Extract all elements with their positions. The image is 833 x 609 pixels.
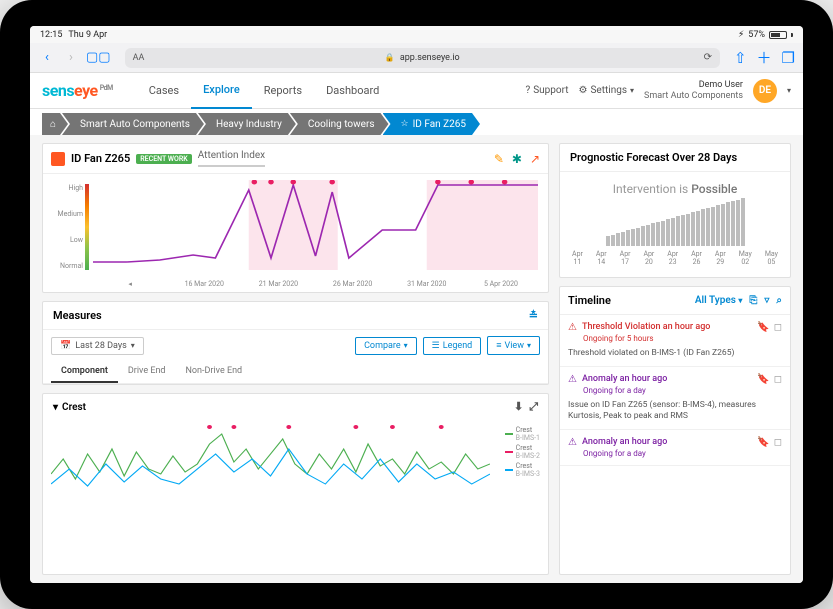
breadcrumb: ⌂ Smart Auto Components Heavy Industry C… [30,109,803,135]
timeline-item[interactable]: ⚠Anomaly an hour ago🔖◻Ongoing for a dayI… [560,367,790,430]
star-icon: ☆ [401,119,409,129]
attention-tab[interactable]: Attention Index [198,150,265,167]
asset-icon [51,152,65,166]
status-date: Thu 9 Apr [68,30,107,40]
help-icon: ? [525,85,530,96]
timeline-funnel-icon[interactable]: ▿ [764,295,769,306]
status-time: 12:15 [40,30,62,40]
crest-legend: CrestB-IMS-1 CrestB-IMS-2 CrestB-IMS-3 [505,426,540,480]
timeline-item[interactable]: ⚠Anomaly an hour ago🔖◻Ongoing for a day [560,430,790,466]
bookmark-outline-icon[interactable]: ◻ [774,374,782,385]
tab-cases[interactable]: Cases [137,73,191,109]
recent-work-badge: RECENT WORK [136,154,192,164]
bookmark-outline-icon[interactable]: ◻ [774,437,782,448]
edit-icon[interactable]: ✎ [494,152,504,166]
url-bar[interactable]: AA 🔒 app.senseye.io ⟳ [125,48,720,68]
timeline-copy-icon[interactable]: ⎘ [749,295,757,306]
charge-icon: ⚡︎ [738,30,744,40]
status-bar: 12:15 Thu 9 Apr ⚡︎ 57% [30,26,803,43]
prognostic-bars [568,206,782,246]
gear-icon: ⚙ [579,85,588,96]
view-button[interactable]: ≡ View ▾ [487,336,540,355]
timeline-filter-type[interactable]: All Types ▾ [695,295,743,306]
measures-title: Measures [53,309,102,322]
new-tab-icon[interactable]: ＋ [757,47,772,68]
timeline-item[interactable]: ⚠Threshold Violation an hour ago🔖◻Ongoin… [560,315,790,367]
bookmark-icon[interactable]: 🔖 [757,437,769,448]
attention-chart[interactable]: High Medium Low Normal ◂ 16 Mar 2020 21 … [43,174,548,292]
avatar[interactable]: DE [753,79,777,103]
battery-icon [769,31,787,39]
expand-icon[interactable]: ⤢ [529,400,538,414]
crumb-1[interactable]: Smart Auto Components [62,113,204,135]
alert-icon: ⚠ [568,437,577,448]
attention-card: ID Fan Z265 RECENT WORK Attention Index … [42,143,549,293]
export-icon[interactable]: ⬇ [514,400,523,414]
crest-card: ▾ Crest ⬇ ⤢ CrestB-IMS-1 CrestB-IMS-2 Cr… [42,393,549,575]
tabs-icon[interactable]: ❐ [782,47,795,68]
user-menu-caret[interactable]: ▾ [787,86,791,95]
alert-icon: ⚠ [568,374,577,385]
asset-name: ID Fan Z265 [71,152,130,165]
wrench-icon[interactable]: ✱ [512,152,522,166]
text-size-button[interactable]: AA [133,53,145,63]
lock-icon: 🔒 [385,53,395,62]
crest-chart[interactable]: CrestB-IMS-1 CrestB-IMS-2 CrestB-IMS-3 [43,420,548,498]
compare-button[interactable]: Compare ▾ [355,337,417,355]
bookmark-icon[interactable]: 🔖 [757,374,769,385]
logo[interactable]: senseyePdM [42,81,113,100]
mtab-component[interactable]: Component [51,361,118,383]
nav-tabs: Cases Explore Reports Dashboard [137,73,392,109]
browser-toolbar: ‹ › ▢▢ AA 🔒 app.senseye.io ⟳ ⇧ ＋ ❐ [30,43,803,73]
mtab-nondrive[interactable]: Non-Drive End [176,361,253,383]
url-text: app.senseye.io [400,53,460,63]
bookmark-icon[interactable]: 🔖 [757,322,769,333]
back-button[interactable]: ‹ [38,49,56,67]
date-range-dropdown[interactable]: 📅 Last 28 Days ▾ [51,337,144,355]
chevron-down-icon[interactable]: ▾ [53,402,58,413]
tab-reports[interactable]: Reports [252,73,314,109]
crumb-3[interactable]: Cooling towers [290,113,389,135]
bookmarks-icon[interactable]: ▢▢ [86,50,111,65]
timeline-card: Timeline All Types ▾ ⎘ ▿ ⌕ ⚠Threshold Vi… [559,286,791,575]
prognostic-title: Prognostic Forecast Over 28 Days [560,144,790,172]
timeline-search-icon[interactable]: ⌕ [776,295,782,306]
battery-pct: 57% [748,30,765,40]
forward-button[interactable]: › [62,49,80,67]
settings-menu[interactable]: ⚙Settings▾ [579,85,635,96]
tab-dashboard[interactable]: Dashboard [314,73,391,109]
timeline-title: Timeline [568,294,611,307]
tab-explore[interactable]: Explore [191,73,252,109]
support-link[interactable]: ?Support [525,85,568,96]
reload-icon[interactable]: ⟳ [704,52,712,63]
filter-icon[interactable]: ≛ [529,309,538,322]
bookmark-outline-icon[interactable]: ◻ [774,322,782,333]
crumb-2[interactable]: Heavy Industry [198,113,296,135]
crumb-4[interactable]: ☆ID Fan Z265 [383,113,481,135]
measures-card: Measures ≛ 📅 Last 28 Days ▾ Compare ▾ ☰ … [42,301,549,385]
legend-button[interactable]: ☰ Legend [423,337,482,355]
external-icon[interactable]: ↗ [530,152,540,166]
app-header: senseyePdM Cases Explore Reports Dashboa… [30,73,803,109]
user-info: Demo User Smart Auto Components [644,80,743,102]
crest-title: Crest [62,402,86,413]
share-icon[interactable]: ⇧ [734,47,747,68]
crumb-home[interactable]: ⌂ [42,113,68,135]
prognostic-text: Intervention is Possible [568,182,782,196]
severity-bar [85,184,89,270]
prognostic-card: Prognostic Forecast Over 28 Days Interve… [559,143,791,278]
alert-icon: ⚠ [568,322,577,333]
mtab-drive[interactable]: Drive End [118,361,176,383]
